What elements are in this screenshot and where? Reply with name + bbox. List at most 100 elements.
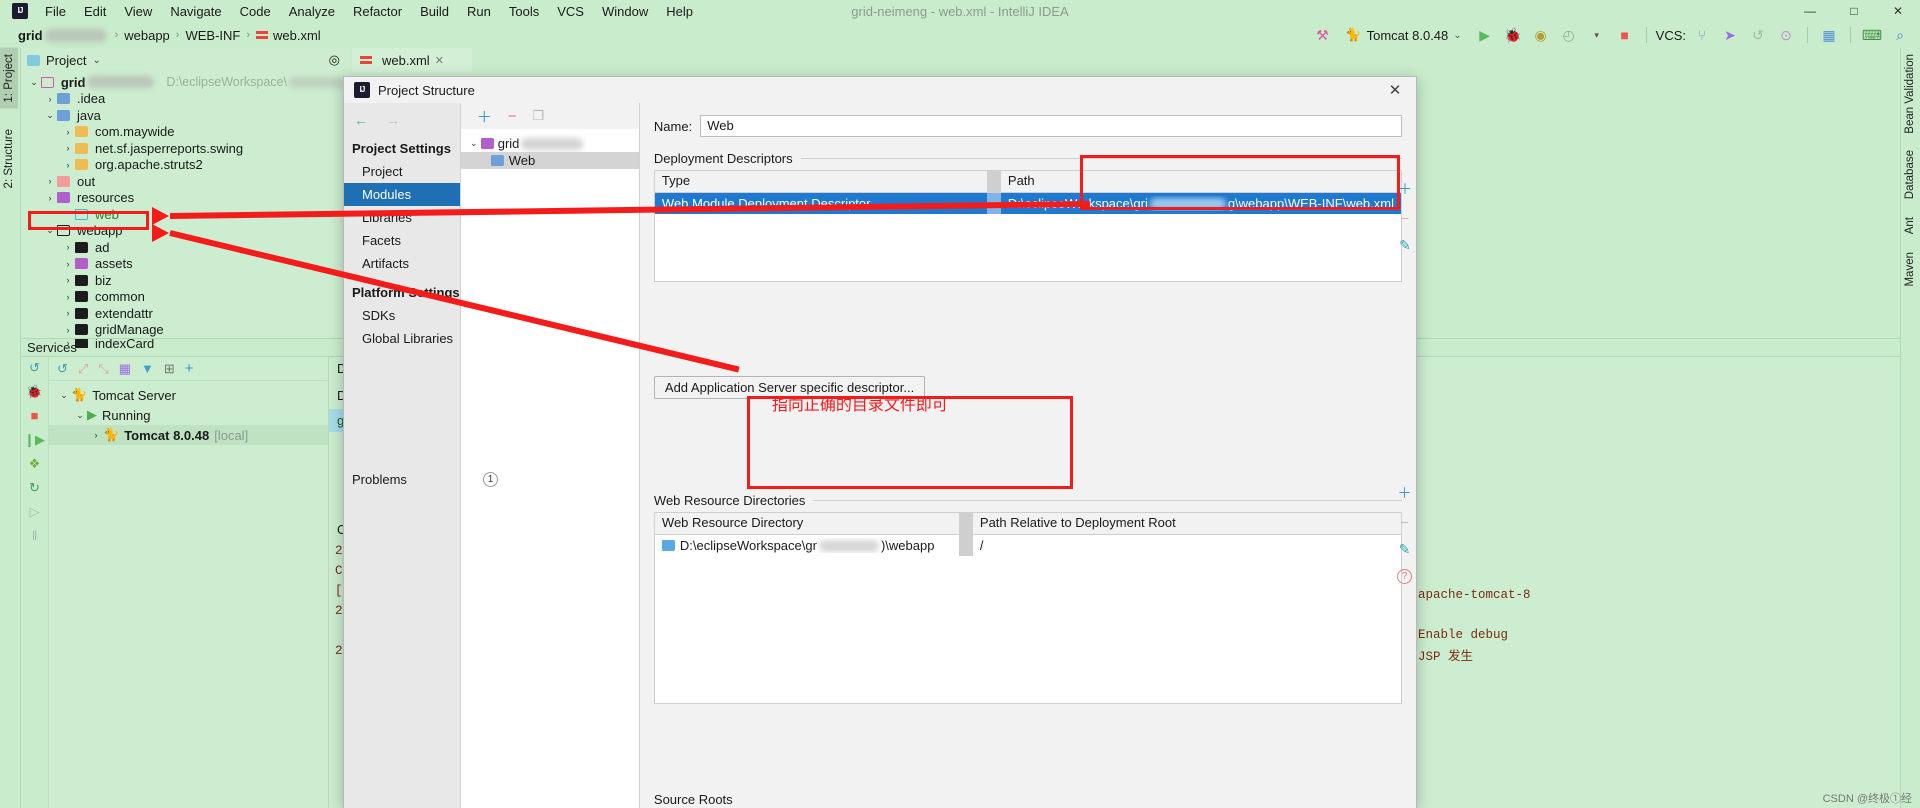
tree-item-ad[interactable]: › ad [21, 239, 350, 256]
menu-run[interactable]: Run [458, 2, 500, 21]
sidebar-item-global-libraries[interactable]: Global Libraries [344, 327, 460, 350]
chevron-down-icon[interactable]: ⌄ [92, 55, 100, 66]
tree-item-gridmanage[interactable]: › gridManage [21, 322, 350, 339]
tree-item-resources[interactable]: › resources [21, 190, 350, 207]
chevron-icon[interactable]: › [61, 275, 75, 285]
chevron-icon[interactable]: › [61, 308, 75, 318]
vcs-update-icon[interactable]: ⑂ [1690, 24, 1714, 46]
menu-window[interactable]: Window [593, 2, 657, 21]
run-configuration-selector[interactable]: 🐈 Tomcat 8.0.48 ⌄ [1338, 26, 1468, 44]
table-row[interactable]: D:\eclipseWorkspace\gr )\webapp / [655, 535, 1401, 556]
tool-window-button-structure[interactable]: 2: Structure [0, 123, 18, 194]
run-button[interactable]: ▶ [1473, 24, 1497, 46]
grid-icon[interactable]: ▦ [1817, 24, 1841, 46]
run-with-coverage-button[interactable]: ◉ [1529, 24, 1553, 46]
tree-item-java[interactable]: ⌄ java [21, 107, 350, 124]
vcs-revert-icon[interactable]: ⊙ [1774, 24, 1798, 46]
tree-item-com-maywide[interactable]: › com.maywide [21, 124, 350, 141]
name-input[interactable]: Web [700, 115, 1402, 137]
breadcrumb-item-webapp[interactable]: webapp [124, 28, 170, 43]
chevron-icon[interactable]: ⌄ [73, 410, 87, 421]
sidebar-item-modules[interactable]: Modules [344, 183, 460, 206]
chevron-icon[interactable]: › [61, 143, 75, 153]
add-configuration-icon[interactable]: ⊞ [164, 361, 175, 377]
remove-module-icon[interactable]: − [508, 108, 517, 125]
column-header-path-relative[interactable]: Path Relative to Deployment Root [973, 513, 1401, 534]
tree-item-struts2[interactable]: › org.apache.struts2 [21, 157, 350, 174]
remove-icon[interactable]: − [1401, 210, 1409, 226]
sidebar-item-project[interactable]: Project [344, 160, 460, 183]
chevron-icon[interactable]: › [43, 94, 57, 104]
help-icon[interactable]: ? [1397, 569, 1412, 584]
column-header-web-resource-directory[interactable]: Web Resource Directory [655, 513, 959, 534]
menu-tools[interactable]: Tools [500, 2, 548, 21]
locate-file-icon[interactable]: ◎ [329, 52, 340, 68]
menu-view[interactable]: View [115, 2, 161, 21]
chevron-icon[interactable]: ⌄ [43, 110, 57, 121]
expand-all-icon[interactable]: ⤢ [78, 361, 88, 377]
module-node-web[interactable]: Web [460, 152, 639, 169]
profile-button[interactable]: ◴ [1557, 24, 1581, 46]
tool-window-button-project[interactable]: 1: Project [0, 48, 18, 109]
edit-icon[interactable]: ✎ [1399, 541, 1411, 558]
rerun-icon[interactable]: ↺ [29, 361, 40, 374]
sidebar-item-sdks[interactable]: SDKs [344, 304, 460, 327]
chevron-icon[interactable]: › [43, 176, 57, 186]
maximize-button[interactable]: □ [1832, 0, 1876, 22]
add-module-icon[interactable]: ＋ [477, 106, 492, 127]
close-button[interactable]: ✕ [1876, 0, 1920, 22]
tree-item-out[interactable]: › out [21, 173, 350, 190]
menu-vcs[interactable]: VCS [548, 2, 593, 21]
dialog-close-button[interactable]: ✕ [1382, 79, 1408, 101]
column-header-type[interactable]: Type [655, 171, 987, 192]
restart-icon[interactable]: ↻ [29, 481, 40, 494]
chevron-icon[interactable]: › [61, 259, 75, 269]
debug-icon[interactable]: 🐞 [26, 385, 42, 398]
minimize-button[interactable]: — [1788, 0, 1832, 22]
profile-chevron-icon[interactable]: ▾ [1585, 24, 1609, 46]
menu-analyze[interactable]: Analyze [280, 2, 344, 21]
terminal-icon[interactable]: ⌨ [1860, 24, 1884, 46]
chevron-icon[interactable]: › [61, 292, 75, 302]
services-node-tomcat-server[interactable]: ⌄ 🐈 Tomcat Server [49, 385, 328, 405]
add-icon[interactable]: ＋ [1398, 179, 1412, 199]
chevron-icon[interactable]: › [61, 242, 75, 252]
breadcrumb-project[interactable]: grid [18, 28, 43, 43]
breadcrumb-item-webinf[interactable]: WEB-INF [185, 28, 240, 43]
step-icon[interactable]: ▷ [30, 505, 40, 518]
deploy-icon[interactable]: ❖ [29, 457, 41, 470]
column-divider[interactable] [986, 171, 1001, 192]
tool-window-button-ant[interactable]: Ant [1901, 211, 1919, 240]
close-icon[interactable]: ✕ [435, 54, 444, 67]
chevron-icon[interactable]: › [61, 325, 75, 335]
tool-window-button-bean-validation[interactable]: Bean Validation [1901, 48, 1919, 138]
build-icon[interactable]: ⚒ [1310, 24, 1334, 46]
menu-help[interactable]: Help [657, 2, 702, 21]
project-panel-title[interactable]: Project [46, 53, 86, 68]
chevron-icon[interactable]: ⌄ [467, 138, 481, 149]
menu-code[interactable]: Code [231, 2, 280, 21]
chevron-icon[interactable]: › [61, 160, 75, 170]
menu-file[interactable]: File [36, 2, 75, 21]
menu-refactor[interactable]: Refactor [344, 2, 411, 21]
services-node-tomcat-local[interactable]: › 🐈 Tomcat 8.0.48 [local] [49, 425, 328, 445]
debug-button[interactable]: 🐞 [1501, 24, 1525, 46]
services-node-running[interactable]: ⌄ ▶ Running [49, 405, 328, 425]
breadcrumb-file-webxml[interactable]: web.xml [273, 28, 321, 43]
copy-module-icon[interactable]: ❐ [533, 108, 545, 124]
vcs-history-icon[interactable]: ↺ [1746, 24, 1770, 46]
chevron-icon[interactable]: › [89, 430, 103, 440]
chevron-icon[interactable]: › [61, 127, 75, 137]
edit-icon[interactable]: ✎ [1399, 237, 1411, 254]
stop-button[interactable]: ■ [1613, 24, 1637, 46]
sidebar-item-problems[interactable]: Problems 1 [344, 472, 508, 487]
chevron-icon[interactable]: ⌄ [27, 77, 41, 88]
tree-item-common[interactable]: › common [21, 289, 350, 306]
search-icon[interactable]: ⌕ [1888, 24, 1912, 46]
stop-icon[interactable]: ■ [31, 409, 39, 422]
add-icon[interactable]: + [185, 360, 194, 377]
tree-item-biz[interactable]: › biz [21, 272, 350, 289]
pause-icon[interactable]: ‖ [32, 529, 37, 542]
vcs-commit-icon[interactable]: ➤ [1718, 24, 1742, 46]
sidebar-item-facets[interactable]: Facets [344, 229, 460, 252]
